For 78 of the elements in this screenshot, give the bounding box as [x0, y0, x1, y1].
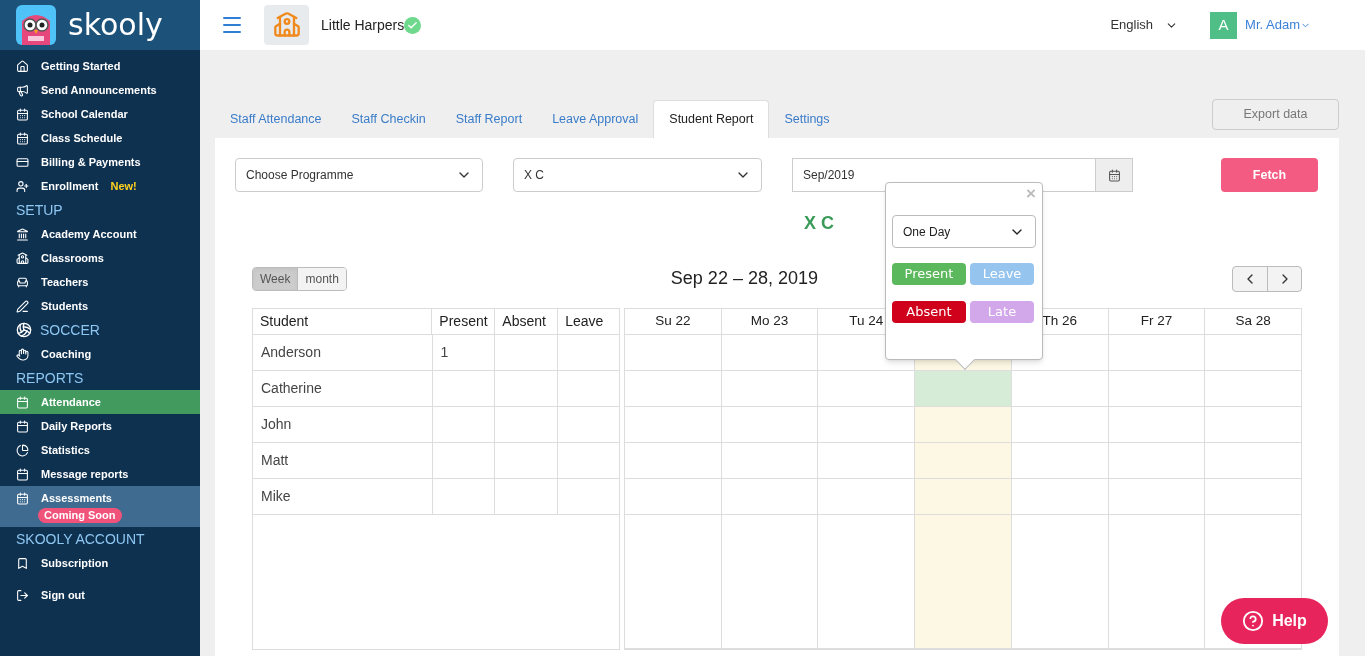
sidebar-item[interactable]: Academy Account: [0, 222, 200, 246]
menu-label: Assessments: [41, 490, 112, 506]
language-selector[interactable]: English: [1110, 15, 1179, 35]
student-name: Mike: [260, 487, 292, 506]
sidebar-item[interactable]: Billing & Payments: [0, 150, 200, 174]
sidebar-item[interactable]: Enrollment New!: [0, 174, 200, 198]
day-header: Mo 23: [750, 312, 789, 331]
tab[interactable]: Settings: [769, 100, 845, 138]
day-header: Fr 27: [1140, 312, 1173, 331]
class-title: X C: [804, 212, 834, 235]
menu-label: Sign out: [41, 587, 85, 603]
sidebar-item[interactable]: Daily Reports: [0, 414, 200, 438]
view-toggle-option[interactable]: Week: [253, 267, 298, 290]
sidebar-item[interactable]: Coaching: [0, 342, 200, 366]
day-header: Th 26: [1042, 312, 1077, 331]
sidebar-item[interactable]: Send Announcements: [0, 78, 200, 102]
menu-label: Coaching: [41, 346, 92, 362]
menu-label: Send Announcements: [41, 82, 157, 98]
menu-label: Classrooms: [41, 250, 104, 266]
student-name: John: [260, 415, 293, 434]
section-heading: SKOOLY ACCOUNT: [16, 529, 145, 549]
menu-label: Attendance: [41, 394, 101, 410]
user-avatar: A: [1210, 11, 1238, 39]
menu-label: Enrollment: [41, 178, 99, 194]
new-label: New!: [110, 178, 137, 194]
day-header: Sa 28: [1235, 312, 1271, 331]
section-heading: REPORTS: [16, 368, 84, 388]
menu-label: Statistics: [41, 442, 90, 458]
menu-label: Billing & Payments: [41, 154, 141, 170]
sidebar-item[interactable]: Getting Started: [0, 54, 200, 78]
menu-label: Class Schedule: [41, 130, 123, 146]
sidebar-item[interactable]: Students: [0, 294, 200, 318]
student-name: Matt: [260, 451, 290, 470]
brand-name: skooly: [68, 10, 163, 40]
section-heading: SOCCER: [40, 320, 100, 340]
tab[interactable]: Leave Approval: [537, 100, 654, 138]
date-range-title: Sep 22 – 28, 2019: [670, 267, 818, 290]
day-header: Tu 24: [849, 312, 884, 331]
menu-label: Subscription: [41, 555, 109, 571]
coming-soon-badge: Coming Soon: [38, 508, 122, 523]
help-button[interactable]: Help: [1221, 598, 1328, 644]
student-name: Anderson: [260, 343, 322, 362]
column-header: Student: [259, 312, 310, 331]
student-name: Catherine: [260, 379, 323, 398]
menu-label: Daily Reports: [41, 418, 112, 434]
duration-select[interactable]: One Day: [892, 215, 1036, 248]
sidebar-item[interactable]: Sign out: [0, 583, 200, 607]
sidebar-item[interactable]: Class Schedule: [0, 126, 200, 150]
sidebar-item[interactable]: Teachers: [0, 270, 200, 294]
view-toggle-option[interactable]: month: [297, 267, 346, 290]
menu-label: Students: [41, 298, 89, 314]
sidebar-item[interactable]: Statistics: [0, 438, 200, 462]
section-heading: SETUP: [16, 200, 63, 220]
tab[interactable]: Staff Attendance: [215, 100, 337, 138]
tab[interactable]: Staff Checkin: [336, 100, 441, 138]
sidebar-item[interactable]: Subscription: [0, 551, 200, 575]
table-cell: 1: [431, 335, 495, 370]
day-header: Su 22: [655, 312, 691, 331]
column-header: Absent: [494, 309, 558, 334]
menu-label: Teachers: [41, 274, 89, 290]
export-data-button[interactable]: Export data: [1212, 99, 1339, 130]
menu-label: Academy Account: [41, 226, 137, 242]
user-menu[interactable]: Mr. Adam: [1245, 15, 1311, 35]
programme-select[interactable]: Choose Programme: [235, 158, 483, 192]
tab[interactable]: Student Report: [653, 100, 770, 138]
sidebar-item[interactable]: Assessments Coming Soon: [0, 486, 200, 527]
school-name: Little Harpers: [321, 15, 405, 35]
sidebar-item[interactable]: Classrooms: [0, 246, 200, 270]
tab[interactable]: Staff Report: [440, 100, 538, 138]
menu-label: Message reports: [41, 466, 129, 482]
sidebar-item[interactable]: School Calendar: [0, 102, 200, 126]
class-select[interactable]: X C: [513, 158, 762, 192]
sidebar-item[interactable]: Message reports: [0, 462, 200, 486]
menu-label: School Calendar: [41, 106, 128, 122]
column-header: Present: [431, 309, 495, 334]
status-option[interactable]: Absent: [892, 301, 966, 323]
menu-label: Getting Started: [41, 58, 121, 74]
column-header: Leave: [557, 309, 619, 334]
